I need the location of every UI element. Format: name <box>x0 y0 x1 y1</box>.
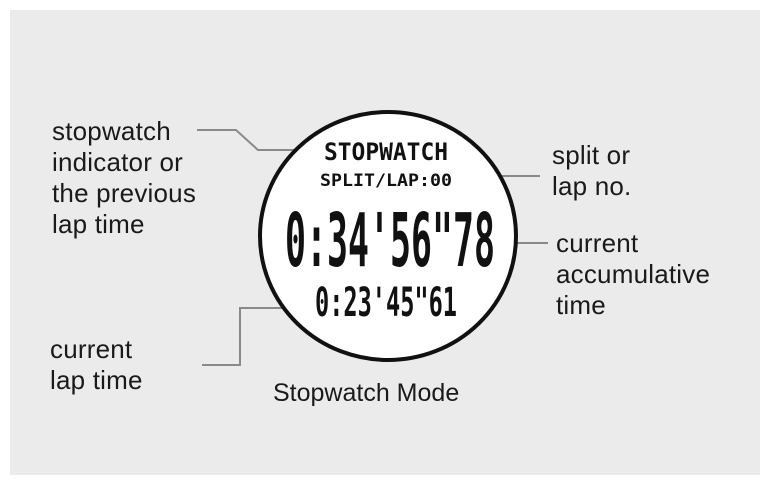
label-stopwatch-indicator: stopwatch indicator or the previous lap … <box>52 116 197 239</box>
label-current-accumulative-time: current accumulative time <box>556 228 711 320</box>
diagram-caption: Stopwatch Mode <box>273 379 460 407</box>
diagram-stage: STOPWATCH SPLIT/LAP:00 0:34'56"78 0:23'4… <box>0 0 766 481</box>
stopwatch-indicator-text: STOPWATCH <box>324 138 448 166</box>
split-lap-text: SPLIT/LAP:00 <box>320 171 452 191</box>
accumulative-time-display: 0:34'56"78 <box>285 198 495 284</box>
label-current-lap-time: current lap time <box>50 334 143 395</box>
label-split-lap-no: split or lap no. <box>552 140 632 201</box>
lap-time-display: 0:23'45"61 <box>315 280 457 326</box>
